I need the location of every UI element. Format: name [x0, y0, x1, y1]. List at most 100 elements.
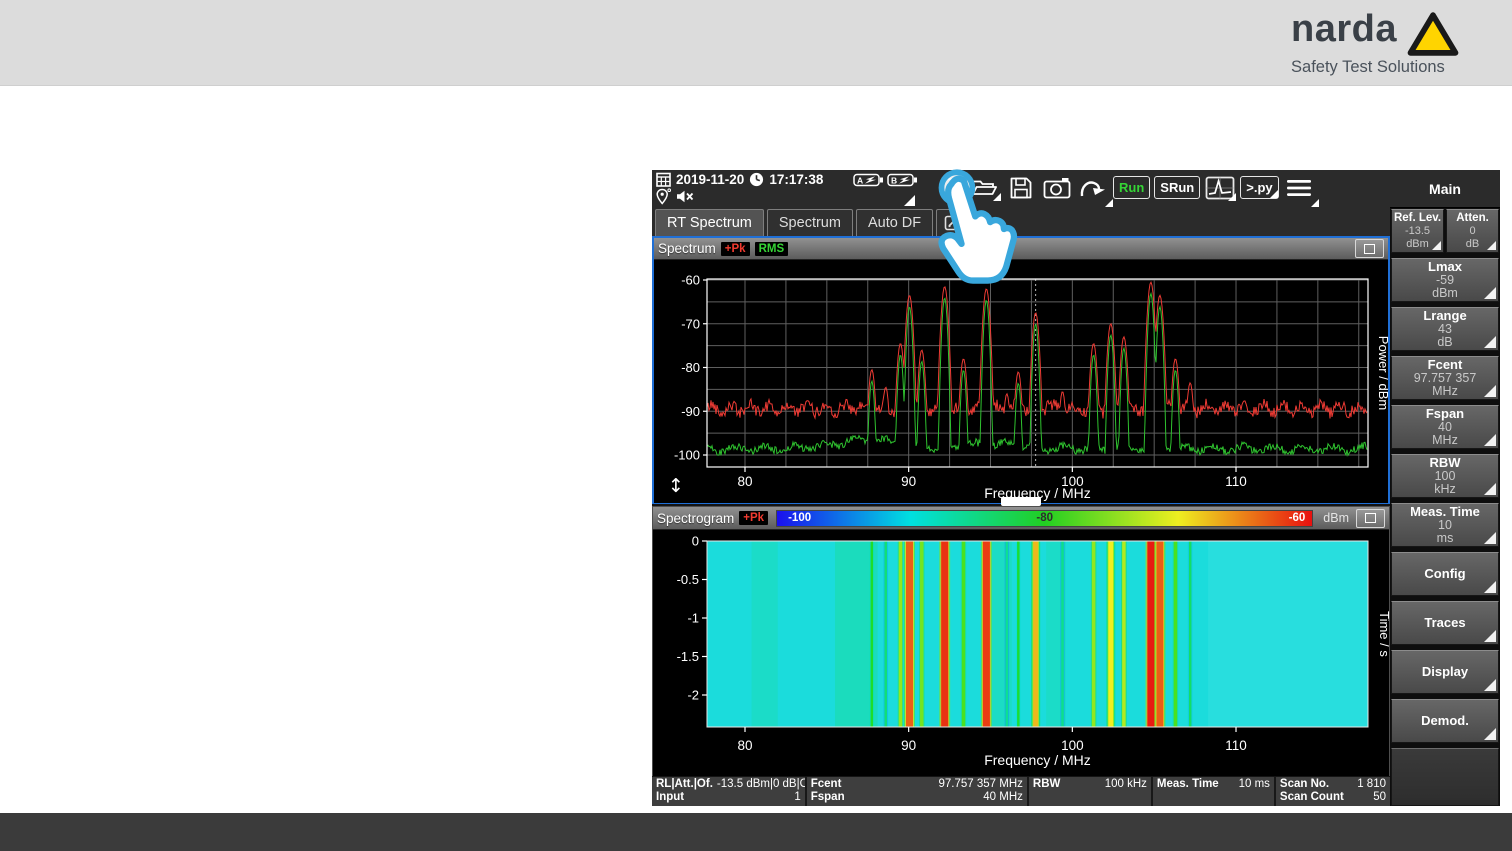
status-value: 1 810 — [1357, 778, 1386, 791]
spectrogram-window-title: Spectrogram — [657, 511, 734, 526]
tab-rt-spectrum[interactable]: RT Spectrum — [655, 209, 764, 236]
brand-subtitle: Safety Test Solutions — [1291, 58, 1460, 77]
battery-indicators: A B — [853, 173, 918, 187]
analyzer-app-window: 2019-11-20 17:17:38 A — [652, 170, 1500, 806]
date-display: 2019-11-20 — [676, 172, 744, 187]
spectrum-maximize-button[interactable] — [1355, 239, 1384, 258]
system-status-panel[interactable]: 2019-11-20 17:17:38 A — [656, 171, 918, 206]
sidebar-button-rbw[interactable]: RBW 100 kHz — [1391, 454, 1499, 498]
top-brand-band: narda Safety Test Solutions — [0, 0, 1512, 86]
tab-spectrum[interactable]: Spectrum — [767, 209, 853, 236]
window-splitter-handle[interactable] — [1001, 497, 1041, 506]
svg-text:-0.5: -0.5 — [677, 572, 699, 587]
status-value: 10 ms — [1239, 778, 1270, 791]
button-unit: MHz — [1432, 434, 1458, 447]
svg-text:A: A — [857, 175, 863, 185]
corner-triangle — [1484, 581, 1496, 593]
tab-edit-views[interactable] — [936, 209, 968, 236]
spectrum-titlebar: Spectrum +Pk RMS — [654, 238, 1388, 260]
corner-triangle — [1432, 241, 1441, 250]
status-value: 100 kHz — [1105, 778, 1147, 791]
python-script-button[interactable]: >.py — [1240, 176, 1278, 199]
svg-text:-60: -60 — [681, 273, 700, 288]
sidebar-button-ref-level[interactable]: Ref. Lev. -13.5 dBm — [1391, 209, 1444, 253]
sidebar-button-fspan[interactable]: Fspan 40 MHz — [1391, 405, 1499, 449]
button-value: 0 — [1469, 225, 1475, 238]
open-file-button[interactable] — [969, 174, 1001, 201]
menu-corner-triangle — [993, 193, 1001, 201]
sidebar-buttons: Ref. Lev. -13.5 dBm Atten. 0 dB Lmax -59 — [1390, 208, 1500, 806]
svg-text:110: 110 — [1225, 738, 1247, 753]
status-value: -13.5 dBm|0 dB|Off — [717, 778, 805, 791]
sidebar-button-fcent[interactable]: Fcent 97.757 357 MHz — [1391, 356, 1499, 400]
sidebar-button-demod[interactable]: Demod. — [1391, 699, 1499, 743]
sidebar-button-display[interactable]: Display — [1391, 650, 1499, 694]
status-label: Scan No. — [1280, 778, 1329, 791]
run-button[interactable]: Run — [1113, 176, 1150, 199]
spectrogram-maximize-button[interactable] — [1356, 509, 1385, 528]
trace-badge-pk: +Pk — [739, 511, 768, 525]
speaker-muted-icon — [676, 190, 694, 203]
svg-text:-1: -1 — [687, 611, 699, 626]
status-value: 97.757 357 MHz — [939, 778, 1023, 791]
button-unit: dBm — [1406, 238, 1429, 251]
measurement-view-button[interactable] — [1204, 174, 1236, 201]
svg-text:90: 90 — [901, 474, 916, 489]
svg-text:80: 80 — [737, 738, 752, 753]
button-unit: kHz — [1434, 483, 1456, 496]
view-tabbar: RT Spectrum Spectrum Auto DF — [652, 207, 1390, 236]
svg-text:-1.5: -1.5 — [677, 649, 699, 664]
sidebar-button-meas-time[interactable]: Meas. Time 10 ms — [1391, 503, 1499, 547]
sidebar-button-config[interactable]: Config — [1391, 552, 1499, 596]
narda-logo: narda Safety Test Solutions — [1291, 11, 1460, 77]
corner-triangle — [1484, 287, 1496, 299]
button-label: Lrange — [1423, 309, 1466, 323]
battery-b-icon: B — [887, 173, 918, 187]
maximize-icon — [1365, 513, 1376, 523]
spectrum-chart[interactable]: -60-70-80-90-1008090100110Frequency / MH… — [654, 260, 1388, 503]
button-label: Fspan — [1426, 407, 1464, 421]
button-label: Meas. Time — [1410, 505, 1480, 519]
gps-icon — [656, 188, 671, 205]
replay-button[interactable] — [1077, 174, 1109, 201]
expand-corner-triangle — [904, 195, 915, 206]
corner-triangle — [1484, 434, 1496, 446]
colorbar-mid-label: -80 — [1036, 512, 1053, 524]
screenshot-button[interactable] — [1041, 174, 1073, 201]
tab-label: Spectrum — [779, 215, 841, 231]
single-run-button[interactable]: SRun — [1154, 176, 1200, 199]
main-menu-button[interactable] — [1283, 174, 1315, 201]
sidebar-button-atten[interactable]: Atten. 0 dB — [1446, 209, 1499, 253]
tab-auto-df[interactable]: Auto DF — [856, 209, 933, 236]
hamburger-menu-icon — [1286, 178, 1312, 198]
sidebar-button-lmax[interactable]: Lmax -59 dBm — [1391, 258, 1499, 302]
trace-badge-rms: RMS — [755, 242, 789, 256]
button-label: Display — [1422, 665, 1468, 679]
svg-text:-90: -90 — [681, 404, 700, 419]
status-cell-scan: Scan No.1 810 Scan Count50 — [1276, 777, 1390, 806]
status-cell-meas-time: Meas. Time10 ms — [1153, 777, 1274, 806]
save-button[interactable] — [1005, 174, 1037, 201]
status-value: 40 MHz — [983, 791, 1023, 804]
svg-text:-100: -100 — [674, 448, 700, 463]
button-label: Lmax — [1428, 260, 1462, 274]
corner-triangle — [1484, 532, 1496, 544]
brand-name: narda — [1291, 11, 1397, 47]
connect-button[interactable] — [933, 174, 965, 201]
svg-text:-2: -2 — [687, 688, 699, 703]
svg-text:Time / s: Time / s — [1377, 611, 1389, 657]
button-label: Ref. Lev. — [1394, 211, 1441, 225]
camera-icon — [1043, 177, 1071, 199]
svg-text:B: B — [891, 175, 897, 185]
button-label: Fcent — [1428, 358, 1463, 372]
spectrogram-chart[interactable]: 0-0.5-1-1.5-28090100110Frequency / MHzTi… — [653, 530, 1389, 776]
button-unit: dBm — [1432, 287, 1458, 300]
status-label: RL|Att.|Of. — [656, 778, 713, 791]
target-icon — [937, 176, 961, 200]
corner-triangle — [1484, 728, 1496, 740]
button-unit: MHz — [1432, 385, 1458, 398]
svg-text:80: 80 — [737, 474, 752, 489]
time-display: 17:17:38 — [769, 172, 823, 187]
sidebar-button-lrange[interactable]: Lrange 43 dB — [1391, 307, 1499, 351]
sidebar-button-traces[interactable]: Traces — [1391, 601, 1499, 645]
